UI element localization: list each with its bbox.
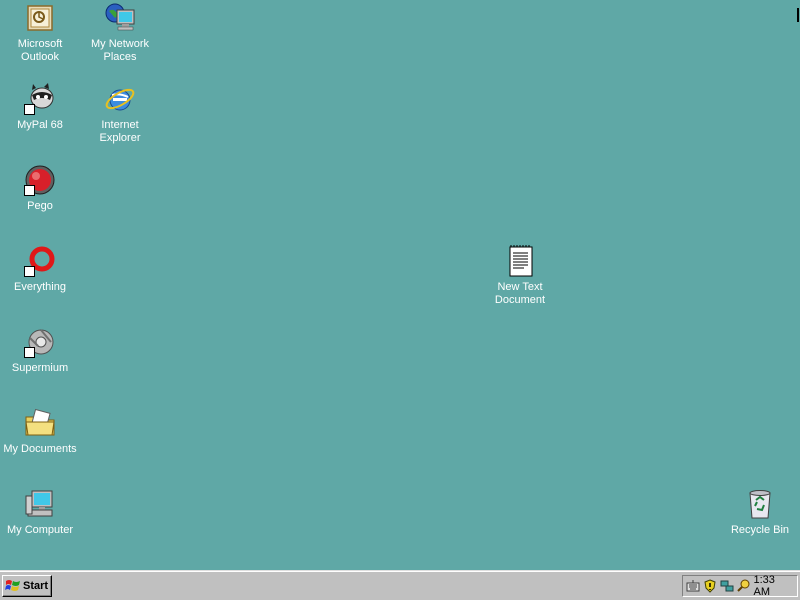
desktop-icon-pego[interactable]: Pego: [2, 164, 78, 213]
desktop-icon-label: My Network Places: [90, 38, 150, 63]
search-key-icon[interactable]: [737, 578, 752, 594]
desktop-icon-label: MyPal 68: [17, 119, 63, 131]
desktop-icon-new-text-document[interactable]: New Text Document: [482, 245, 558, 307]
desktop-icon-label: Recycle Bin: [730, 524, 790, 536]
network-icon[interactable]: [720, 578, 735, 594]
desktop-icon-label: Everything: [14, 281, 66, 293]
desktop-icon-my-computer[interactable]: My Computer: [2, 488, 78, 537]
everything-icon: [24, 245, 56, 277]
taskbar-clock[interactable]: 1:33 AM: [754, 574, 792, 598]
desktop-icon-label: My Computer: [6, 524, 74, 536]
supermium-icon: [24, 326, 56, 358]
desktop-icon-my-documents[interactable]: My Documents: [2, 407, 78, 456]
mypal-icon: [24, 83, 56, 115]
shortcut-arrow-icon: [24, 104, 35, 115]
start-button[interactable]: Start: [2, 575, 52, 597]
text-document-icon: [504, 245, 536, 277]
desktop-icon-label: Pego: [27, 200, 53, 212]
desktop-icon-my-network-places[interactable]: My Network Places: [82, 2, 158, 64]
shortcut-arrow-icon: [24, 266, 35, 277]
desktop-icon-internet-explorer[interactable]: Internet Explorer: [82, 83, 158, 145]
taskbar: Start 1:33 AM: [0, 570, 800, 600]
desktop-icon-label: My Documents: [3, 443, 77, 455]
shortcut-arrow-icon: [24, 347, 35, 358]
desktop-icon-label: Internet Explorer: [99, 119, 141, 144]
windows-logo-icon: [5, 579, 21, 593]
desktop[interactable]: Microsoft Outlook My Network Places MyPa…: [0, 0, 800, 570]
desktop-icon-label: New Text Document: [494, 281, 546, 306]
outlook-icon: [24, 2, 56, 34]
security-shield-icon[interactable]: [703, 578, 718, 594]
keyboard-icon[interactable]: [686, 578, 701, 594]
pego-icon: [24, 164, 56, 196]
desktop-icon-recycle-bin[interactable]: Recycle Bin: [722, 488, 798, 537]
my-computer-icon: [24, 488, 56, 520]
desktop-icon-mypal-68[interactable]: MyPal 68: [2, 83, 78, 132]
my-documents-icon: [24, 407, 56, 439]
network-places-icon: [104, 2, 136, 34]
start-label: Start: [23, 580, 49, 592]
system-tray: 1:33 AM: [682, 574, 798, 598]
desktop-icon-supermium[interactable]: Supermium: [2, 326, 78, 375]
desktop-icon-label: Supermium: [11, 362, 69, 374]
internet-explorer-icon: [104, 83, 136, 115]
desktop-icon-everything[interactable]: Everything: [2, 245, 78, 294]
shortcut-arrow-icon: [24, 185, 35, 196]
desktop-icon-label: Microsoft Outlook: [17, 38, 63, 63]
recycle-bin-icon: [744, 488, 776, 520]
desktop-icon-microsoft-outlook[interactable]: Microsoft Outlook: [2, 2, 78, 64]
